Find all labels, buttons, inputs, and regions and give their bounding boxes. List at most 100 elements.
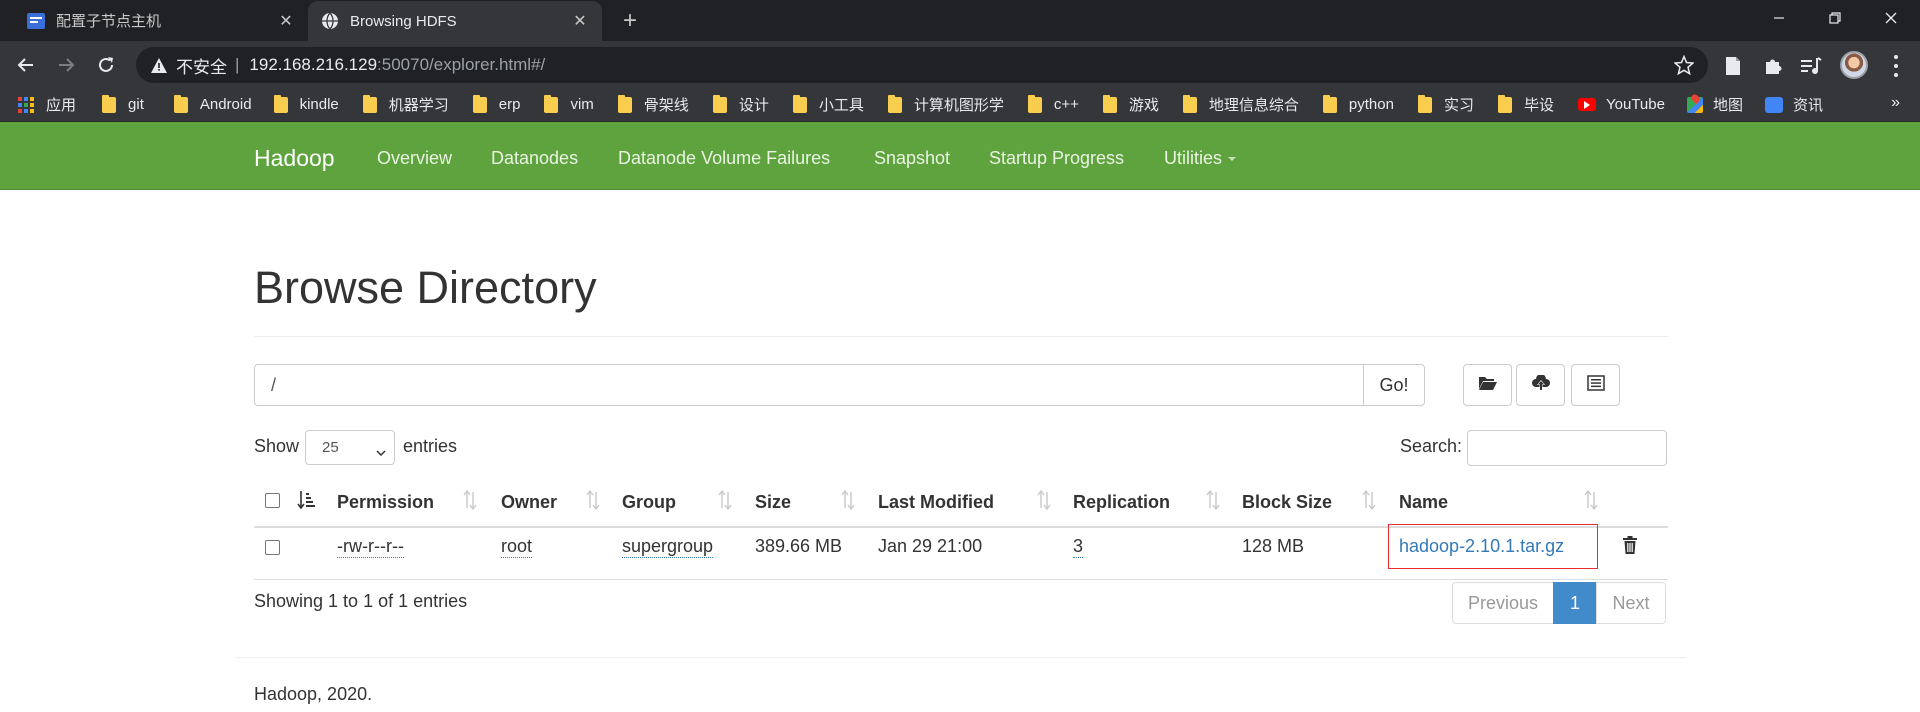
tab-browsing-hdfs[interactable]: Browsing HDFS ✕ — [308, 1, 602, 41]
sort-icon[interactable] — [1584, 489, 1600, 511]
sort-icon[interactable] — [463, 489, 479, 511]
bookmark-folder-ml[interactable]: 机器学习 — [362, 94, 449, 115]
sort-icon[interactable] — [1206, 489, 1222, 511]
bookmark-label: kindle — [299, 96, 339, 113]
bookmark-folder-graphics[interactable]: 计算机图形学 — [887, 94, 1004, 115]
bookmark-folder-geo[interactable]: 地理信息综合 — [1182, 94, 1299, 115]
site-favicon-icon — [26, 11, 46, 31]
col-header-last-modified[interactable]: Last Modified — [878, 492, 994, 513]
tab-config-host[interactable]: 配置子节点主机 ✕ — [14, 0, 308, 41]
trash-icon[interactable] — [1622, 536, 1638, 554]
profile-avatar[interactable] — [1840, 51, 1868, 79]
forward-arrow-icon[interactable] — [50, 49, 82, 81]
new-tab-icon[interactable]: + — [615, 6, 645, 36]
cell-owner[interactable]: root — [501, 536, 533, 558]
cell-group[interactable]: supergroup — [622, 536, 714, 558]
previous-page-button[interactable]: Previous — [1452, 582, 1554, 624]
bookmark-folder-thesis[interactable]: 毕设 — [1497, 94, 1554, 115]
file-name-link[interactable]: hadoop-2.10.1.tar.gz — [1388, 524, 1598, 569]
close-icon[interactable]: ✕ — [568, 9, 592, 33]
sort-icon[interactable] — [1037, 489, 1053, 511]
sort-icon[interactable] — [1362, 489, 1378, 511]
browser-toolbar: 不安全 | 192.168.216.129 :50070/explorer.ht… — [0, 41, 1920, 88]
page-1-button[interactable]: 1 — [1553, 582, 1597, 624]
reader-extension-icon[interactable] — [1722, 55, 1744, 77]
omnibox-separator: | — [235, 55, 240, 74]
bookmark-folder-games[interactable]: 游戏 — [1102, 94, 1159, 115]
nav-overview[interactable]: Overview — [377, 148, 452, 169]
browser-menu-icon[interactable] — [1886, 55, 1906, 77]
cell-replication[interactable]: 3 — [1073, 536, 1084, 558]
media-control-icon[interactable] — [1800, 55, 1822, 77]
window-close-icon[interactable] — [1868, 0, 1914, 36]
next-page-button[interactable]: Next — [1596, 582, 1666, 624]
bookmark-folder-git[interactable]: git — [102, 94, 144, 113]
bookmark-star-icon[interactable] — [1673, 54, 1695, 76]
sort-icon[interactable] — [718, 489, 734, 511]
folder-icon — [173, 94, 188, 113]
col-header-block-size[interactable]: Block Size — [1242, 492, 1332, 513]
bookmark-label: 游戏 — [1128, 97, 1159, 114]
bookmark-youtube[interactable]: YouTube — [1578, 96, 1665, 113]
bookmark-label: YouTube — [1606, 96, 1665, 113]
more-bookmarks-icon[interactable]: » — [1891, 94, 1900, 112]
select-all-checkbox[interactable] — [265, 493, 280, 508]
sort-amount-icon[interactable] — [297, 490, 315, 510]
bookmark-folder-android[interactable]: Android — [173, 94, 252, 113]
nav-startup-progress[interactable]: Startup Progress — [989, 148, 1124, 169]
bookmark-folder-tools[interactable]: 小工具 — [792, 94, 864, 115]
col-header-group[interactable]: Group — [622, 492, 676, 513]
bookmark-folder-kindle[interactable]: kindle — [273, 94, 339, 113]
maps-icon — [1686, 96, 1703, 113]
folder-icon — [102, 94, 117, 113]
bookmark-folder-internship[interactable]: 实习 — [1417, 94, 1474, 115]
bookmark-news[interactable]: 资讯 — [1764, 94, 1823, 115]
bookmark-folder-skeleton[interactable]: 骨架线 — [617, 94, 689, 115]
navbar-brand[interactable]: Hadoop — [254, 145, 335, 172]
cut-paste-button[interactable] — [1571, 364, 1620, 406]
news-icon — [1764, 96, 1783, 113]
nav-utilities-dropdown[interactable]: Utilities — [1164, 148, 1237, 169]
address-bar[interactable]: 不安全 | 192.168.216.129 :50070/explorer.ht… — [136, 47, 1708, 83]
close-icon[interactable]: ✕ — [274, 9, 298, 33]
nav-datanodes[interactable]: Datanodes — [491, 148, 578, 169]
back-arrow-icon[interactable] — [10, 49, 42, 81]
nav-snapshot[interactable]: Snapshot — [874, 148, 950, 169]
create-directory-button[interactable] — [1463, 364, 1512, 406]
page-title: Browse Directory — [254, 262, 597, 313]
warning-icon[interactable] — [150, 56, 168, 74]
nav-volume-failures[interactable]: Datanode Volume Failures — [618, 148, 830, 169]
search-input[interactable] — [1467, 430, 1667, 466]
youtube-icon — [1578, 98, 1596, 111]
bookmark-folder-python[interactable]: python — [1322, 94, 1394, 113]
bookmark-folder-vim[interactable]: vim — [544, 94, 594, 113]
extensions-puzzle-icon[interactable] — [1762, 55, 1784, 77]
cell-permission[interactable]: -rw-r--r-- — [337, 536, 404, 558]
col-header-replication[interactable]: Replication — [1073, 492, 1170, 513]
col-header-size[interactable]: Size — [755, 492, 791, 513]
restore-icon[interactable] — [1812, 0, 1858, 36]
cell-last-modified: Jan 29 21:00 — [878, 536, 983, 556]
entries-per-page-select[interactable]: 25 — [305, 430, 395, 465]
col-header-owner[interactable]: Owner — [501, 492, 557, 513]
folder-icon — [712, 94, 727, 113]
bookmark-folder-cpp[interactable]: c++ — [1027, 94, 1079, 113]
caret-down-icon — [1228, 157, 1237, 162]
bookmark-folder-design[interactable]: 设计 — [712, 94, 769, 115]
reload-icon[interactable] — [90, 49, 122, 81]
col-header-permission[interactable]: Permission — [337, 492, 434, 513]
directory-path-input[interactable]: / — [254, 364, 1364, 406]
list-alt-icon — [1586, 374, 1605, 396]
upload-button[interactable] — [1516, 364, 1565, 406]
bookmark-apps[interactable]: 应用 — [18, 94, 76, 115]
entries-label: entries — [403, 436, 458, 456]
sort-icon[interactable] — [841, 489, 857, 511]
sort-icon[interactable] — [586, 489, 602, 511]
bookmark-folder-erp[interactable]: erp — [472, 94, 520, 113]
url-path: :50070/explorer.html#/ — [377, 55, 546, 74]
bookmark-maps[interactable]: 地图 — [1686, 94, 1743, 115]
row-checkbox[interactable] — [265, 540, 280, 555]
minimize-icon[interactable] — [1756, 0, 1802, 36]
go-button[interactable]: Go! — [1363, 364, 1425, 406]
col-header-name[interactable]: Name — [1399, 492, 1448, 513]
